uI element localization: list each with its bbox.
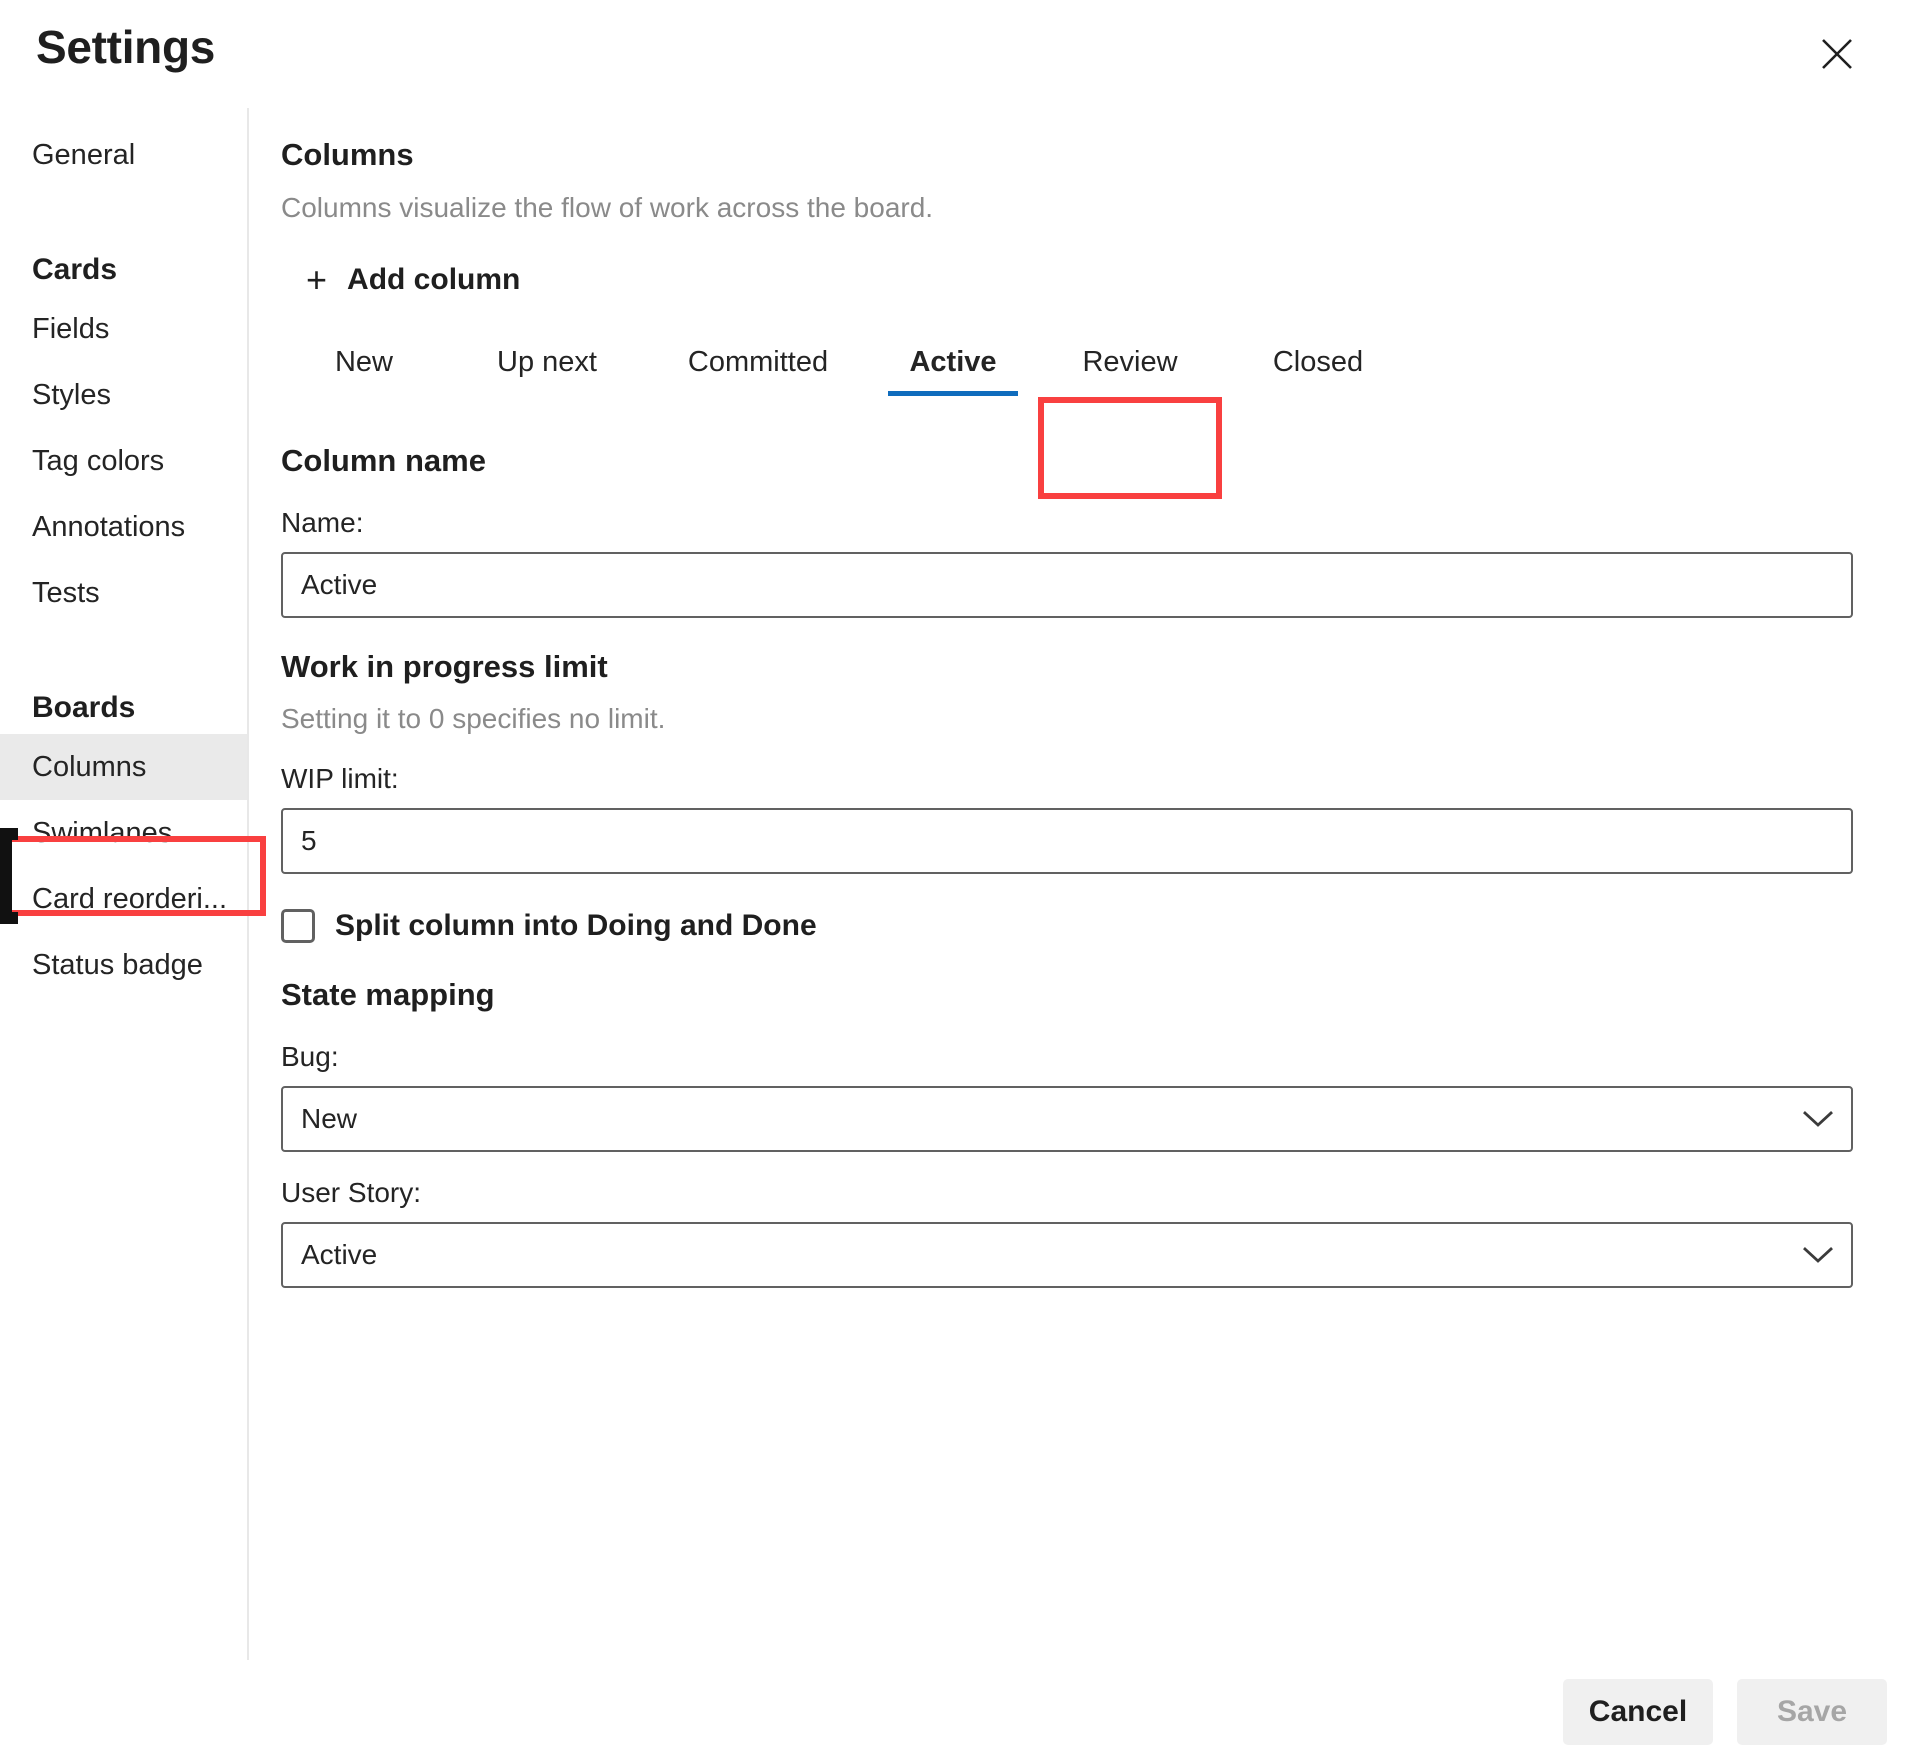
close-glyph — [1822, 39, 1852, 69]
split-column-label: Split column into Doing and Done — [335, 909, 817, 942]
state-mapping-heading: State mapping — [281, 977, 495, 1012]
sidebar-item-annotations[interactable]: Annotations — [0, 494, 247, 560]
user-story-field-label: User Story: — [281, 1177, 422, 1208]
column-name-heading: Column name — [281, 443, 486, 478]
plus-icon: + — [306, 259, 328, 300]
sidebar-item-label: Styles — [32, 379, 111, 411]
sidebar-item-tests[interactable]: Tests — [0, 560, 247, 626]
section-heading-columns: Columns — [281, 137, 414, 172]
sidebar-item-label: Swimlanes — [32, 817, 173, 849]
sidebar-group-boards: Boards — [32, 691, 136, 724]
tab-label: Active — [909, 346, 997, 378]
sidebar-item-label: Status badge — [32, 949, 203, 981]
sidebar-item-fields[interactable]: Fields — [0, 296, 247, 362]
sidebar-item-label: Annotations — [32, 511, 186, 543]
sidebar-item-label: Fields — [32, 313, 110, 345]
bug-state-value: New — [301, 1103, 358, 1134]
sidebar-item-label: Card reorderi... — [32, 883, 228, 915]
sidebar-item-label: General — [32, 139, 136, 171]
sidebar-item-label: Tag colors — [32, 445, 165, 477]
tab-label: Closed — [1272, 346, 1364, 378]
bug-state-select-wrap: New — [281, 1086, 1853, 1152]
close-icon[interactable] — [1811, 28, 1863, 80]
tab-review[interactable]: Review — [1037, 328, 1223, 404]
sidebar-item-columns[interactable]: Columns — [0, 734, 247, 800]
page-title: Settings — [36, 21, 216, 73]
sidebar-item-general[interactable]: General — [0, 122, 247, 188]
wip-field-label: WIP limit: — [281, 763, 399, 794]
wip-limit-input[interactable] — [281, 808, 1853, 874]
split-column-checkbox-row[interactable]: Split column into Doing and Done — [281, 906, 1853, 946]
cancel-button[interactable]: Cancel — [1563, 1679, 1713, 1745]
dialog-header: Settings — [0, 0, 1905, 108]
wip-limit-heading: Work in progress limit — [281, 649, 608, 684]
column-name-input[interactable] — [281, 552, 1853, 618]
sidebar-item-card-reordering[interactable]: Card reorderi... — [0, 866, 247, 932]
dialog-footer: Cancel Save — [0, 1660, 1905, 1764]
sidebar-item-swimlanes[interactable]: Swimlanes — [0, 800, 247, 866]
bug-field-label: Bug: — [281, 1041, 339, 1072]
tab-label: Committed — [687, 346, 829, 378]
tab-up-next[interactable]: Up next — [447, 328, 647, 404]
tab-new[interactable]: New — [281, 328, 447, 404]
wip-limit-subtext: Setting it to 0 specifies no limit. — [281, 703, 666, 734]
tab-active[interactable]: Active — [869, 328, 1037, 404]
settings-content: Columns Columns visualize the flow of wo… — [249, 108, 1905, 1660]
settings-sidebar: General Cards Fields Styles Tag colors A… — [0, 108, 249, 1660]
add-column-label: Add column — [347, 263, 521, 296]
sidebar-item-status-badge[interactable]: Status badge — [0, 932, 247, 998]
tab-label: Review — [1082, 346, 1178, 378]
sidebar-item-label: Tests — [32, 577, 100, 609]
sidebar-group-cards: Cards — [32, 253, 118, 286]
user-story-state-select-wrap: Active — [281, 1222, 1853, 1288]
add-column-button[interactable]: + Add column — [304, 258, 522, 302]
user-story-state-select[interactable]: Active — [281, 1222, 1853, 1288]
sidebar-item-label: Columns — [32, 751, 147, 783]
settings-dialog: Settings General Cards Fields Styles Tag… — [0, 0, 1905, 1764]
sidebar-item-styles[interactable]: Styles — [0, 362, 247, 428]
tab-committed[interactable]: Committed — [647, 328, 869, 404]
save-button: Save — [1737, 1679, 1887, 1745]
sidebar-item-tag-colors[interactable]: Tag colors — [0, 428, 247, 494]
tab-closed[interactable]: Closed — [1223, 328, 1413, 404]
checkbox-icon[interactable] — [281, 909, 315, 943]
tab-label: Up next — [497, 346, 597, 378]
bug-state-select[interactable]: New — [281, 1086, 1853, 1152]
name-field-label: Name: — [281, 507, 364, 538]
section-description: Columns visualize the flow of work acros… — [281, 192, 934, 223]
user-story-state-value: Active — [301, 1239, 378, 1270]
tab-label: New — [334, 346, 393, 378]
dialog-body: General Cards Fields Styles Tag colors A… — [0, 108, 1905, 1660]
column-tabs: New Up next Committed Active Review Clos… — [281, 328, 1853, 412]
